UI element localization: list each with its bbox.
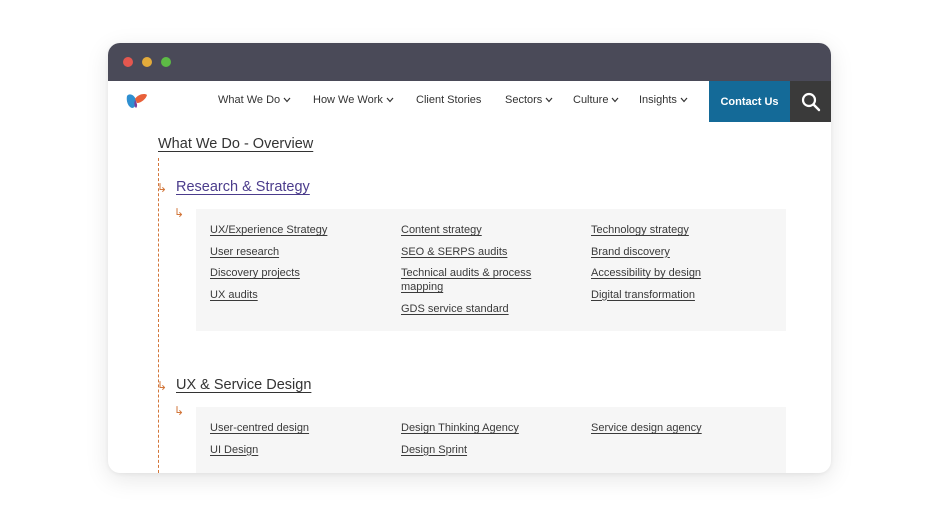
service-link[interactable]: Digital transformation — [591, 288, 761, 302]
nav-item-what-we-do[interactable]: What We Do — [218, 94, 291, 106]
return-arrow-icon: ↳ — [157, 181, 168, 195]
ux-service-design-links-panel: User-centred design UI Design Design Thi… — [196, 407, 786, 473]
nav-item-label: What We Do — [218, 94, 281, 106]
research-strategy-links-panel: UX/Experience Strategy User research Dis… — [196, 209, 786, 331]
service-link[interactable]: Design Sprint — [401, 443, 571, 457]
section-title-research-strategy[interactable]: Research & Strategy — [176, 179, 310, 195]
browser-window: What We Do How We Work Client Stories Se… — [108, 43, 831, 473]
service-link[interactable]: SEO & SERPS audits — [401, 245, 571, 259]
search-icon — [801, 92, 820, 111]
brand-logo-icon[interactable] — [126, 92, 148, 110]
service-link[interactable]: UX audits — [210, 288, 380, 302]
page-content: What We Do - Overview ↳ Research & Strat… — [108, 122, 831, 473]
nav-item-label: Culture — [573, 94, 609, 106]
links-column: Content strategy SEO & SERPS audits Tech… — [401, 223, 571, 323]
service-link[interactable]: Technology strategy — [591, 223, 761, 237]
tree-connector-line — [158, 158, 159, 473]
nav-item-client-stories[interactable]: Client Stories — [416, 94, 481, 106]
chevron-down-icon — [545, 97, 553, 103]
chevron-down-icon — [612, 97, 619, 103]
service-link[interactable]: Content strategy — [401, 223, 571, 237]
service-link[interactable]: UI Design — [210, 443, 380, 457]
service-link[interactable]: Discovery projects — [210, 266, 380, 280]
links-column: Technology strategy Brand discovery Acce… — [591, 223, 761, 309]
links-column: UX/Experience Strategy User research Dis… — [210, 223, 380, 309]
site-header: What We Do How We Work Client Stories Se… — [108, 81, 831, 122]
service-link[interactable]: User-centred design — [210, 421, 380, 435]
section-title-ux-service-design[interactable]: UX & Service Design — [176, 377, 311, 393]
service-link[interactable]: Brand discovery — [591, 245, 761, 259]
return-arrow-icon: ↳ — [174, 206, 185, 220]
search-button[interactable] — [790, 81, 831, 122]
links-column: User-centred design UI Design — [210, 421, 380, 464]
nav-item-label: Sectors — [505, 94, 543, 106]
service-link[interactable]: Service design agency — [591, 421, 761, 435]
links-column: Service design agency — [591, 421, 761, 443]
links-column: Design Thinking Agency Design Sprint — [401, 421, 571, 464]
service-link[interactable]: UX/Experience Strategy — [210, 223, 380, 237]
service-link[interactable]: Technical audits & process mapping — [401, 266, 561, 294]
return-arrow-icon: ↳ — [157, 379, 168, 393]
chevron-down-icon — [386, 97, 394, 103]
nav-item-how-we-work[interactable]: How We Work — [313, 94, 394, 106]
return-arrow-icon: ↳ — [174, 404, 185, 418]
contact-us-button[interactable]: Contact Us — [709, 81, 790, 122]
chevron-down-icon — [283, 97, 291, 103]
service-link[interactable]: GDS service standard — [401, 302, 571, 316]
nav-item-label: How We Work — [313, 94, 383, 106]
maximize-window-button[interactable] — [161, 57, 171, 67]
service-link[interactable]: Accessibility by design — [591, 266, 761, 280]
nav-item-label: Insights — [639, 94, 677, 106]
chevron-down-icon — [680, 97, 688, 103]
minimize-window-button[interactable] — [142, 57, 152, 67]
service-link[interactable]: User research — [210, 245, 380, 259]
nav-item-insights[interactable]: Insights — [639, 94, 688, 106]
overview-link[interactable]: What We Do - Overview — [158, 136, 313, 152]
nav-item-label: Client Stories — [416, 94, 482, 106]
nav-item-culture[interactable]: Culture — [573, 94, 619, 106]
nav-item-sectors[interactable]: Sectors — [505, 94, 553, 106]
window-titlebar — [108, 43, 831, 81]
close-window-button[interactable] — [123, 57, 133, 67]
service-link[interactable]: Design Thinking Agency — [401, 421, 571, 435]
